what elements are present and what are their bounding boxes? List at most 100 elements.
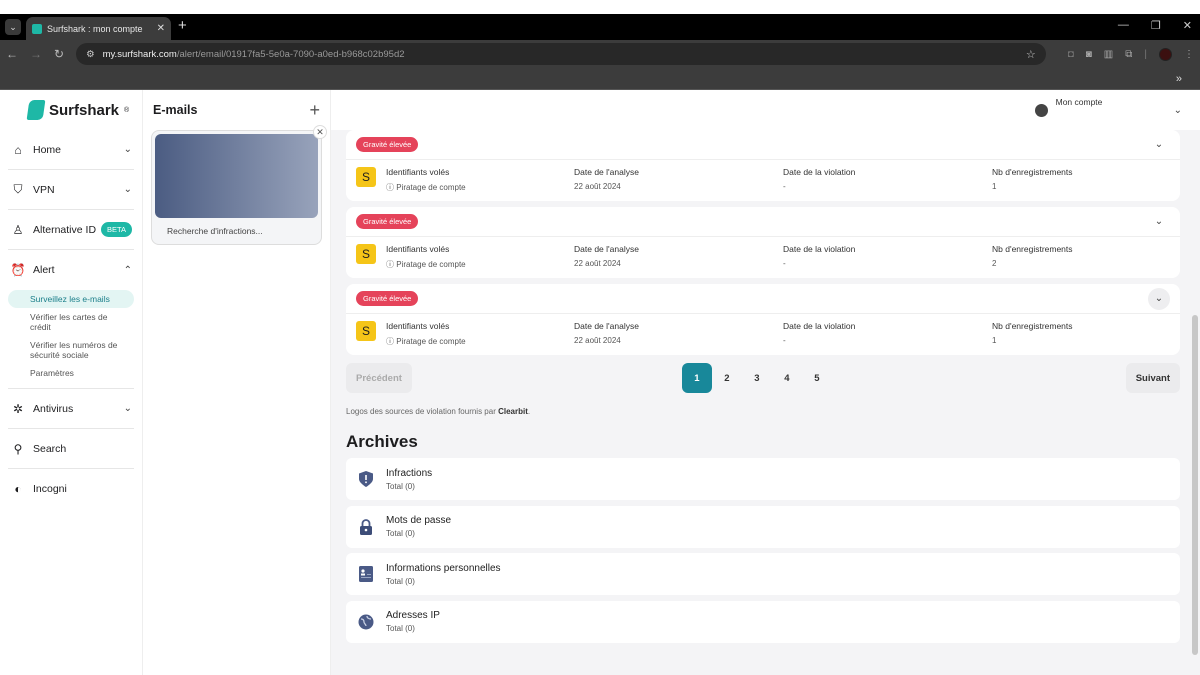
breach-card[interactable]: Gravité élevée ⌄ S Identifiants volés ⓘ Pi… [346,130,1180,201]
search-icon: ⚲ [13,441,23,456]
url-path: /alert/email/01917fa5-5e0a-7090-a0ed-b96… [176,48,405,60]
clearbit-link[interactable]: Clearbit [498,407,528,416]
archive-total: Total (0) [386,576,415,586]
extensions-puzzle-icon[interactable]: ⧉ [1125,49,1132,60]
bug-icon: ✲ [12,401,24,416]
expand-chevron-icon[interactable]: ⌄ [1148,287,1170,310]
page-4-button[interactable]: 4 [772,363,802,393]
severity-badge: Gravité élevée [356,291,419,306]
records-header: Nb d'enregistrements [992,167,1073,177]
next-button[interactable]: Suivant [1125,363,1180,393]
subnav-settings[interactable]: Paramètres [8,364,134,382]
breach-source-logo: S [356,167,376,187]
bookmark-star-icon[interactable]: ☆ [1026,48,1036,61]
url-input[interactable]: ⚙ my.surfshark.com /alert/email/01917fa5… [76,43,1046,65]
breach-category: Piratage de compte [396,260,466,269]
reload-icon[interactable]: ↻ [54,47,64,61]
credit-end: . [527,407,531,416]
toggle-icon: ◐ [14,482,22,496]
sidebar-item-alternative-id[interactable]: ♙ Alternative ID BETA [8,210,134,250]
page-1-button[interactable]: 1 [681,363,712,393]
sidebar: Surfshark ® ⌂ Home ⌄ ⛉ VPN ⌄ ♙ Alternativ… [0,90,143,675]
chevron-down-icon: ⌄ [123,403,132,414]
chevron-down-icon: ⌄ [123,184,132,195]
violation-date: - [783,336,786,345]
sidebar-item-incogni[interactable]: ◐ Incogni [8,469,134,509]
sidebar-item-label: Alert [33,264,55,276]
minimize-icon[interactable]: — [1118,19,1129,32]
breach-card[interactable]: Gravité élevée ⌄ S Identifiants volés ⓘ Pi… [346,207,1180,278]
email-status: Recherche d'infractions... [167,226,263,236]
forward-icon[interactable]: → [30,47,42,61]
archives-title: Archives [346,432,418,451]
archive-ip-addresses[interactable]: Adresses IP Total (0) [346,600,1180,643]
screenshot-extension-icon[interactable]: ◙ [1086,49,1092,60]
account-icon [1034,103,1048,117]
archive-label: Infractions [386,467,433,479]
add-email-button[interactable]: + [309,100,320,121]
archive-total: Total (0) [386,529,415,538]
subnav-check-credit-cards[interactable]: Vérifier les cartes de crédit [8,308,134,336]
sidebar-item-search[interactable]: ⚲ Search [8,429,134,469]
scan-date-header: Date de l'analyse [574,244,639,254]
breach-source-logo: S [356,321,376,341]
expand-chevron-icon[interactable]: ⌄ [1148,134,1170,156]
brand-name: Surfshark [49,101,120,119]
account-menu[interactable]: Mon compte ⌄ [331,90,1200,130]
alarm-icon: ⏰ [10,263,26,277]
violation-date-header: Date de la violation [783,244,856,254]
email-card[interactable]: Recherche d'infractions... ✕ [151,125,327,245]
archive-passwords[interactable]: Mots de passe Total (0) [346,505,1180,548]
page-3-button[interactable]: 3 [742,363,772,393]
clearbit-credit: Logos des sources de violation fournis p… [346,407,1180,416]
browser-menu-icon[interactable]: ⋮ [1184,49,1194,60]
sidebar-item-home[interactable]: ⌂ Home ⌄ [8,130,134,170]
severity-badge: Gravité élevée [356,214,419,229]
archive-total: Total (0) [386,481,415,491]
subnav-check-ssn[interactable]: Vérifier les numéros de sécurité sociale [8,336,134,364]
archive-personal-info[interactable]: Informations personnelles Total (0) [346,553,1180,595]
sidebar-item-label: Incogni [33,483,67,495]
subnav-monitor-emails[interactable]: Surveillez les e-mails [8,290,134,308]
tab-search-button[interactable]: ⌄ [5,19,21,35]
violation-date-header: Date de la violation [783,321,856,331]
page-2-button[interactable]: 2 [712,363,742,393]
records-header: Nb d'enregistrements [992,321,1073,331]
breach-card[interactable]: Gravité élevée ⌄ S Identifiants volés ⓘ Pi… [346,284,1180,355]
scan-date: 22 août 2024 [574,336,621,345]
site-info-icon[interactable]: ⚙ [86,49,95,60]
restore-icon[interactable]: ❐ [1151,19,1161,32]
records-header: Nb d'enregistrements [992,244,1073,254]
sidebar-item-label: Home [33,143,62,156]
surfshark-logo[interactable]: Surfshark ® [8,90,134,130]
help-icon[interactable]: ⓘ [386,260,394,269]
sidebar-item-antivirus[interactable]: ✲ Antivirus ⌄ [8,389,134,429]
chevron-down-icon: ⌄ [123,144,132,155]
close-window-icon[interactable]: ✕ [1183,19,1192,32]
profile-avatar[interactable] [1159,47,1172,61]
emails-title: E-mails [153,103,198,117]
help-icon[interactable]: ⓘ [386,183,394,192]
remove-email-icon[interactable]: ✕ [313,125,327,139]
close-tab-icon[interactable]: ✕ [157,23,165,34]
back-icon[interactable]: ← [6,47,18,61]
camera-extension-icon[interactable]: ◘ [1068,49,1074,60]
beta-badge: BETA [100,222,132,237]
page-5-button[interactable]: 5 [802,363,832,393]
browser-tab[interactable]: Surfshark : mon compte ✕ [26,17,171,40]
sidebar-item-alert[interactable]: ⏰ Alert ⌃ [8,250,134,290]
archive-infractions[interactable]: Infractions Total (0) [346,458,1180,500]
archive-label: Mots de passe [386,515,452,526]
help-icon[interactable]: ⓘ [386,337,394,346]
shield-icon: ⛉ [13,182,23,196]
previous-button[interactable]: Précédent [346,363,412,393]
sidebar-item-vpn[interactable]: ⛉ VPN ⌄ [8,170,134,210]
bookmarks-overflow-button[interactable]: » [1176,73,1182,85]
violation-date: - [783,259,786,268]
expand-chevron-icon[interactable]: ⌄ [1148,211,1170,233]
pagination: Précédent 12345 Suivant [346,363,1180,393]
scrollbar[interactable] [1192,315,1198,655]
new-tab-button[interactable]: + [178,17,187,34]
severity-badge: Gravité élevée [356,137,419,152]
trash-extension-icon[interactable]: ▥ [1104,49,1113,60]
